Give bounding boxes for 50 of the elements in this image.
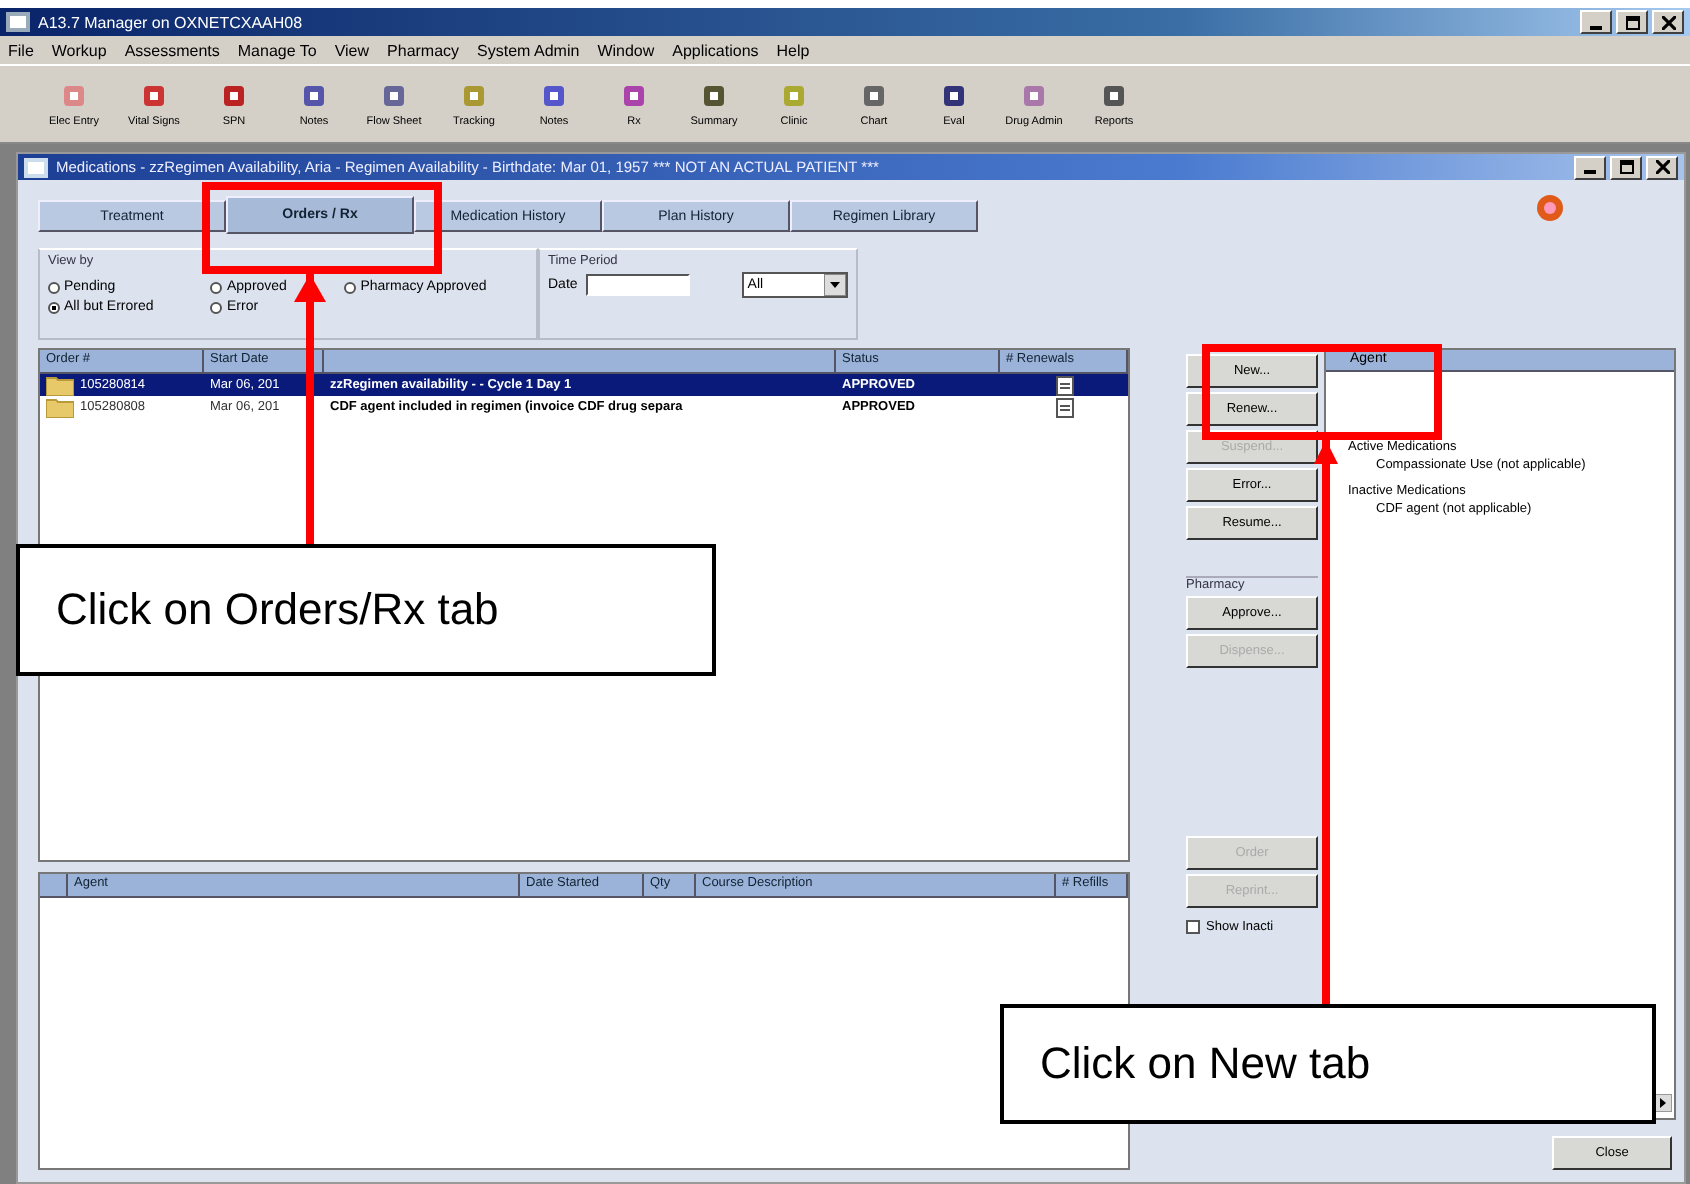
- tool-icon: [380, 81, 408, 109]
- menu-item[interactable]: Help: [776, 41, 810, 59]
- maximize-icon: [1619, 160, 1633, 174]
- tool-icon: [60, 81, 88, 109]
- menu-item[interactable]: Pharmacy: [387, 41, 460, 59]
- tool-icon: [780, 81, 808, 109]
- maximize-icon: [1625, 15, 1639, 29]
- radio-button[interactable]: [48, 281, 60, 293]
- checkbox[interactable]: [1186, 920, 1200, 934]
- callout-text: Click on New tab: [1000, 1004, 1656, 1124]
- menu-item[interactable]: Applications: [672, 41, 759, 59]
- menu-item[interactable]: Manage To: [237, 41, 317, 59]
- tool-icon: [460, 81, 488, 109]
- tool-icon: [300, 81, 328, 109]
- minimize-button[interactable]: [1574, 155, 1606, 179]
- radio-button[interactable]: [344, 281, 357, 293]
- app-icon: [6, 12, 30, 32]
- maximize-button[interactable]: [1610, 155, 1642, 179]
- window-title: A13.7 Manager on OXNETCXAAH08: [38, 13, 303, 31]
- close-button[interactable]: [1646, 155, 1678, 179]
- radio-button[interactable]: [210, 281, 223, 293]
- tool-icon: [540, 81, 568, 109]
- tool-icon: [860, 81, 888, 109]
- menu-item[interactable]: Window: [597, 41, 655, 59]
- date-field[interactable]: [585, 274, 690, 296]
- radio-button[interactable]: [210, 301, 223, 313]
- close-icon: [1661, 15, 1675, 29]
- menu-item[interactable]: File: [8, 41, 34, 59]
- menu-item[interactable]: System Admin: [477, 41, 580, 59]
- menu-item[interactable]: Assessments: [124, 41, 220, 59]
- document-icon: [1055, 397, 1073, 417]
- tool-icon: [620, 81, 648, 109]
- caret-icon: [824, 274, 846, 296]
- tool-icon: [940, 81, 968, 109]
- minimize-button[interactable]: [1580, 10, 1612, 34]
- tool-icon: [1020, 81, 1048, 109]
- menu-item[interactable]: Workup: [51, 41, 107, 59]
- menu-item[interactable]: View: [334, 41, 370, 59]
- close-button[interactable]: [1652, 10, 1684, 34]
- tool-icon: [1100, 81, 1128, 109]
- radio-button[interactable]: [48, 301, 60, 313]
- tool-icon: [140, 81, 168, 109]
- document-icon: [1055, 375, 1073, 395]
- app-icon: [24, 157, 48, 177]
- alert-icon: [1536, 194, 1564, 222]
- close-icon: [1655, 160, 1669, 174]
- callout-text: Click on Orders/Rx tab: [16, 544, 716, 676]
- tool-icon: [220, 81, 248, 109]
- tool-icon: [700, 81, 728, 109]
- maximize-button[interactable]: [1616, 10, 1648, 34]
